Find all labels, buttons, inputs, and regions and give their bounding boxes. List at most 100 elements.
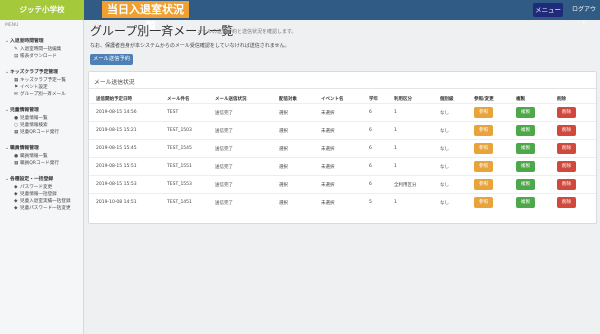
reference-button[interactable]: 参照 xyxy=(474,125,493,136)
cell-class: なし xyxy=(440,129,449,134)
sidebar-item-label: 職員情報一覧 xyxy=(20,154,48,159)
sidebar-item[interactable]: ◆ パスワード変更 xyxy=(14,184,52,190)
copy-button[interactable]: 複製 xyxy=(516,197,535,208)
sidebar-section-label: 各種設定・一括登録 xyxy=(10,177,54,182)
notice-text: なお、保護者自身が本システムからのメール受信確認をしていなければ送信されません。 xyxy=(90,43,290,49)
sidebar-item[interactable]: ▦ 職員QRコード発行 xyxy=(14,160,59,166)
cell-class: なし xyxy=(440,147,449,152)
column-header-reference: 参照/変更 xyxy=(474,97,494,102)
cell-class: なし xyxy=(440,201,449,206)
sidebar-item[interactable]: ● 児童情報一覧 xyxy=(14,115,48,121)
sidebar-item[interactable]: ● 職員情報一覧 xyxy=(14,153,48,159)
reference-button[interactable]: 参照 xyxy=(474,179,493,190)
cell-category: 1 xyxy=(394,146,397,151)
table-row: 2019-08-15 15:45 TEST_1545 送信完了 選択 未選択 6 1 なし 参照… xyxy=(89,139,596,157)
sidebar-section-title[interactable]: ⌄各種設定・一括登録 xyxy=(5,175,53,182)
cell-event: 未選択 xyxy=(321,165,335,170)
copy-button[interactable]: 複製 xyxy=(516,143,535,154)
sidebar-item[interactable]: ⚑ イベント設定 xyxy=(14,84,48,90)
table-row: 2019-08-15 15:51 TEST_1551 送信完了 選択 未選択 6 1 なし 参照… xyxy=(89,157,596,175)
sidebar-section-title[interactable]: ⌄キッズクラブ予定管理 xyxy=(5,68,58,75)
copy-button[interactable]: 複製 xyxy=(516,125,535,136)
column-header-event: イベント名 xyxy=(321,97,344,102)
page-subtitle: メールの送信予約と送信状況を確認します。 xyxy=(197,29,297,35)
sidebar-item-label: イベント設定 xyxy=(20,85,48,90)
copy-button[interactable]: 複製 xyxy=(516,161,535,172)
cell-subject: TEST_1451 xyxy=(167,200,192,205)
sidebar-item[interactable]: ▦ 児童QRコード発行 xyxy=(14,129,59,135)
sidebar-section-title[interactable]: ⌄入退室時間管理 xyxy=(5,37,44,44)
cell-date: 2019-08-15 15:51 xyxy=(96,164,137,169)
sidebar-item-label: 児童パスワード一括変更 xyxy=(20,206,71,211)
sidebar: MENU ⌄入退室時間管理 ✎ 入退室時間一括編集 ▤ 帳表ダウンロード ⌄キッズクラブ予… xyxy=(0,20,84,334)
cell-subject: TEST_1553 xyxy=(167,182,192,187)
sidebar-item[interactable]: ○ 児童情報検索 xyxy=(14,122,48,128)
cell-status: 送信完了 xyxy=(215,147,233,152)
sidebar-item[interactable]: ◆ 児童情報一括登録 xyxy=(14,191,57,197)
school-name[interactable]: ジッテ小学校 xyxy=(0,0,84,20)
logout-link[interactable]: ログアウト xyxy=(570,3,598,27)
column-header-delete: 削除 xyxy=(557,97,566,102)
cell-target: 選択 xyxy=(279,129,288,134)
table-row: 2019-08-15 15:21 TEST_1503 送信完了 選択 未選択 6 1 なし 参照… xyxy=(89,121,596,139)
reference-button[interactable]: 参照 xyxy=(474,161,493,172)
column-header-date: 送信開始予定日時 xyxy=(96,97,132,102)
copy-button[interactable]: 複製 xyxy=(516,179,535,190)
delete-button[interactable]: 削除 xyxy=(557,125,576,136)
cell-grade: 6 xyxy=(369,164,372,169)
cell-grade: 6 xyxy=(369,128,372,133)
column-header-grade: 学年 xyxy=(369,97,378,102)
reference-button[interactable]: 参照 xyxy=(474,107,493,118)
cell-subject: TEST_1503 xyxy=(167,128,192,133)
sidebar-section-label: キッズクラブ予定管理 xyxy=(10,70,58,75)
cell-category: 1 xyxy=(394,110,397,115)
table-row: 2019-10-08 14:51 TEST_1451 送信完了 選択 未選択 5 1 なし 参照… xyxy=(89,193,596,211)
sidebar-item[interactable]: ▦ キッズクラブ予定一覧 xyxy=(14,77,66,83)
cell-subject: TEST_1545 xyxy=(167,146,192,151)
sidebar-item-label: 児童QRコード発行 xyxy=(20,130,59,135)
delete-button[interactable]: 削除 xyxy=(557,179,576,190)
reference-button[interactable]: 参照 xyxy=(474,143,493,154)
column-header-class: 個別級 xyxy=(440,97,454,102)
reference-button[interactable]: 参照 xyxy=(474,197,493,208)
sidebar-item-label: 帳表ダウンロード xyxy=(20,54,57,59)
sidebar-item-label: 児童入退室実績一括登録 xyxy=(20,199,71,204)
cell-date: 2019-10-08 14:51 xyxy=(96,200,137,205)
copy-button[interactable]: 複製 xyxy=(516,107,535,118)
cell-date: 2019-08-15 15:53 xyxy=(96,182,137,187)
cell-status: 送信完了 xyxy=(215,165,233,170)
sidebar-item[interactable]: ✉ グループ別一斉メール xyxy=(14,91,66,97)
cell-target: 選択 xyxy=(279,147,288,152)
cell-category: 1 xyxy=(394,128,397,133)
delete-button[interactable]: 削除 xyxy=(557,143,576,154)
delete-button[interactable]: 削除 xyxy=(557,197,576,208)
sidebar-item-label: 児童情報一覧 xyxy=(20,116,48,121)
cell-status: 送信完了 xyxy=(215,183,233,188)
cell-event: 未選択 xyxy=(321,129,335,134)
sidebar-section-title[interactable]: ⌄児童情報管理 xyxy=(5,106,39,113)
menu-button[interactable]: メニュー xyxy=(533,3,563,17)
cell-category: 全利用区分 xyxy=(394,183,417,188)
sidebar-item[interactable]: ▤ 帳表ダウンロード xyxy=(14,53,57,59)
cell-category: 1 xyxy=(394,200,397,205)
sidebar-item[interactable]: ◆ 児童入退室実績一括登録 xyxy=(14,198,71,204)
column-header-target: 配信対象 xyxy=(279,97,297,102)
cell-status: 送信完了 xyxy=(215,129,233,134)
sidebar-item[interactable]: ◆ 児童パスワード一括変更 xyxy=(14,205,71,211)
cell-target: 選択 xyxy=(279,201,288,206)
sidebar-item-label: 児童情報検索 xyxy=(20,123,48,128)
delete-button[interactable]: 削除 xyxy=(557,161,576,172)
cell-status: 送信完了 xyxy=(215,201,233,206)
delete-button[interactable]: 削除 xyxy=(557,107,576,118)
cell-event: 未選択 xyxy=(321,147,335,152)
cell-event: 未選択 xyxy=(321,201,335,206)
cell-subject: TEST xyxy=(167,110,179,115)
cell-class: なし xyxy=(440,165,449,170)
sidebar-item[interactable]: ✎ 入退室時間一括編集 xyxy=(14,46,61,52)
cell-date: 2019-08-15 15:45 xyxy=(96,146,137,151)
panel-title: メール送信状況 xyxy=(94,80,135,86)
sidebar-section-title[interactable]: ⌄職員情報管理 xyxy=(5,144,39,151)
cell-grade: 5 xyxy=(369,200,372,205)
column-header-copy: 複製 xyxy=(516,97,525,102)
schedule-mail-button[interactable]: メール送信予約 xyxy=(90,54,133,65)
